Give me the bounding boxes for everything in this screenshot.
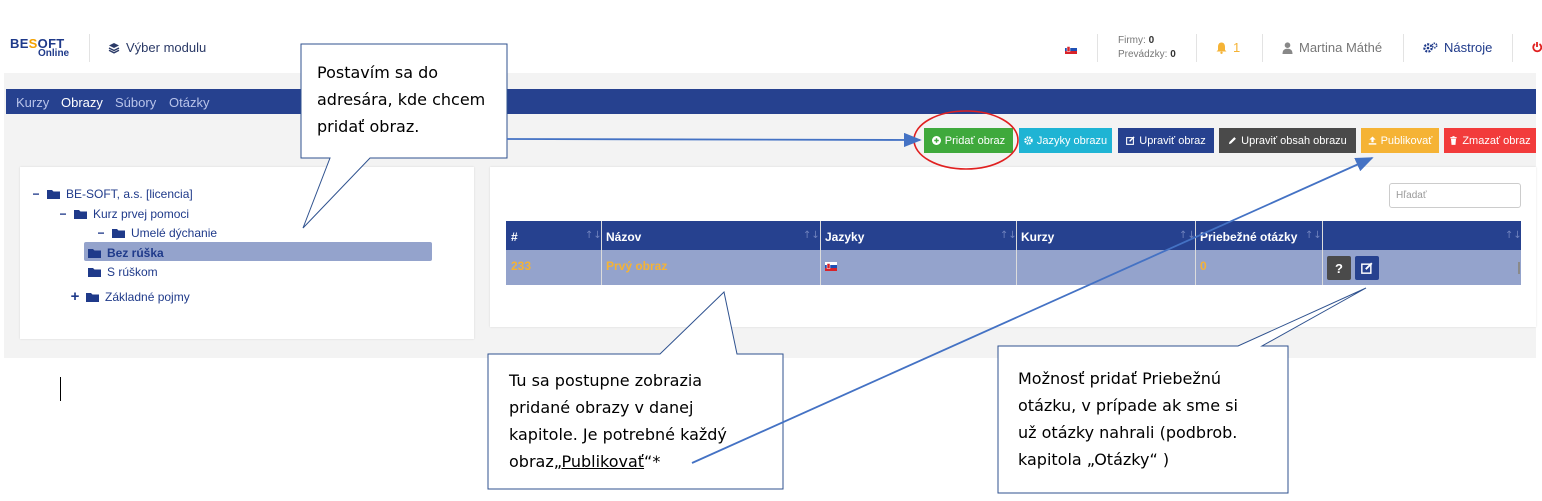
callout-bottom-right-text: Možnosť pridať Priebežnú otázku, v prípa… — [1018, 369, 1238, 469]
annotation-overlay — [300, 43, 1374, 494]
arrow-to-add-image — [506, 132, 922, 148]
callout-bottom-left-text: Tu sa postupne zobrazia pridané obrazy v… — [509, 371, 727, 471]
highlight-circle — [913, 110, 1019, 170]
callout-top-text: Postavím sa do adresára, kde chcem prida… — [317, 63, 486, 136]
text-cursor — [60, 377, 61, 401]
